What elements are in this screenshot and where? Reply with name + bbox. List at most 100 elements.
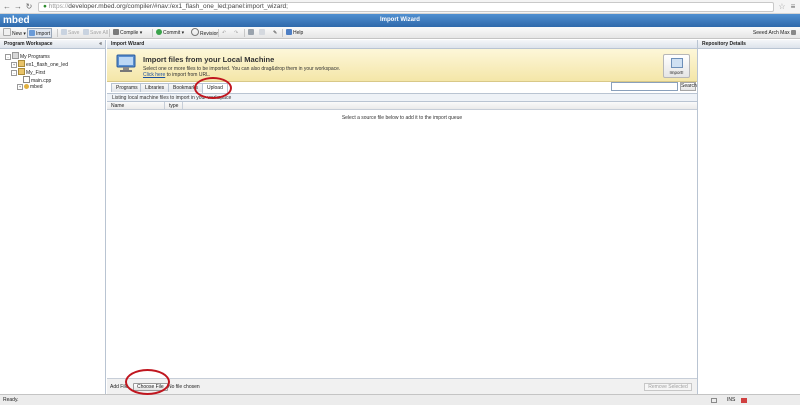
commit-label: Commit [163, 30, 181, 36]
help-button[interactable]: Help [285, 28, 304, 38]
import-wizard-title: Import Wizard [111, 41, 145, 47]
search-input[interactable] [611, 82, 678, 91]
revision-button[interactable]: Revision [190, 28, 220, 38]
back-arrow-icon[interactable]: ← [2, 2, 12, 12]
revision-clock-icon [191, 28, 199, 36]
insert-mode-indicator: INS [727, 397, 736, 403]
status-bar: Ready. INS [0, 394, 800, 405]
computer-monitor-icon [115, 54, 137, 74]
new-file-icon [3, 28, 11, 36]
new-button[interactable]: New ▾ [2, 28, 27, 38]
toolbar-divider [282, 29, 283, 37]
window-title: Import Wizard [380, 17, 420, 23]
help-book-icon [286, 29, 292, 35]
tree-label: mbed [30, 84, 43, 90]
address-bar[interactable]: ● https://developer.mbed.org/compiler/#n… [38, 2, 774, 12]
undo-icon[interactable]: ↶ [221, 28, 227, 38]
help-label: Help [293, 30, 304, 36]
import-button[interactable]: Import [27, 28, 53, 38]
search-button[interactable]: Search [680, 82, 697, 91]
save-all-icon [83, 29, 89, 35]
user-icon [791, 30, 796, 35]
choose-file-highlight [125, 369, 170, 395]
program-workspace-header: Program Workspace « [0, 40, 105, 49]
tab-programs[interactable]: Programs [111, 83, 143, 92]
import-monitor-icon [670, 58, 683, 68]
workspace-icon [12, 52, 19, 59]
file-table-header: Name type [107, 102, 697, 110]
toolbar-divider [152, 29, 153, 37]
program-workspace-panel: Program Workspace « - My Programs + ex1_fl… [0, 40, 106, 394]
menu-icon[interactable]: ≡ [788, 2, 798, 12]
save-icon [61, 29, 67, 35]
url-scheme: https:// [48, 3, 69, 10]
no-file-chosen-text: No file chosen [168, 384, 200, 390]
status-text: Ready. [3, 397, 19, 403]
upload-tab-highlight [194, 77, 232, 99]
forward-arrow-icon[interactable]: → [13, 2, 23, 12]
column-name[interactable]: Name [107, 102, 165, 110]
import-wizard-header: Import Wizard [107, 40, 697, 49]
toolbar-divider [244, 29, 245, 37]
save-label: Save [68, 30, 80, 36]
program-folder-icon [18, 60, 25, 67]
tree-item-my-first[interactable]: - My_First [5, 68, 68, 76]
url-path: developer.mbed.org/compiler/#nav:/ex1_fl… [68, 3, 288, 10]
import-from-url-link[interactable]: Click here [143, 72, 165, 78]
copy-icon[interactable] [258, 28, 267, 38]
import-label: Import [36, 31, 51, 37]
compile-button[interactable]: Compile ▾ [112, 28, 143, 38]
repository-details-header: Repository Details [698, 40, 800, 49]
save-all-label: Save All [90, 30, 109, 36]
user-name: Seeed Arch Max [752, 30, 790, 36]
banner-url-hint: Click here to import from URL. [143, 72, 210, 78]
url-hint-text: to import from URL. [165, 72, 211, 78]
import-execute-button[interactable]: Import! [663, 54, 690, 78]
app-title-bar: Import Wizard mbed [0, 14, 800, 27]
commit-icon [156, 29, 162, 35]
banner-title: Import files from your Local Machine [143, 55, 275, 64]
collapse-left-icon[interactable]: « [99, 40, 102, 48]
wizard-banner: Import files from your Local Machine Sel… [107, 49, 697, 82]
commit-button[interactable]: Commit ▾ [155, 28, 185, 38]
save-all-button[interactable]: Save All [82, 28, 109, 38]
program-folder-icon [18, 68, 25, 75]
tree-item-my-programs[interactable]: - My Programs [5, 52, 68, 60]
import-icon [29, 30, 35, 36]
redo-icon[interactable]: ↷ [233, 28, 239, 38]
status-indicator-icon [711, 398, 717, 403]
print-icon[interactable] [247, 28, 256, 38]
library-gear-icon [24, 84, 29, 89]
tab-libraries[interactable]: Libraries [140, 83, 170, 92]
repository-details-panel: Repository Details [697, 40, 800, 394]
toolbar-divider [218, 29, 219, 37]
user-menu[interactable]: Seeed Arch Max [753, 28, 796, 38]
upload-bottom-bar: Add File Choose File No file chosen Remo… [107, 378, 697, 394]
compile-icon [113, 29, 119, 35]
tab-label: Libraries [145, 85, 165, 91]
tree-item-main-cpp[interactable]: main.cpp [5, 76, 68, 84]
format-wand-icon[interactable]: ✎ [272, 28, 278, 38]
collapse-icon[interactable]: - [11, 70, 17, 76]
listing-caption: Listing local machine files to import in… [107, 93, 697, 102]
column-type[interactable]: type [165, 102, 183, 110]
repository-details-title: Repository Details [702, 41, 746, 47]
reload-icon[interactable]: ↻ [24, 2, 34, 12]
save-button[interactable]: Save [60, 28, 80, 38]
new-label: New [12, 31, 23, 37]
lock-icon: ● [43, 3, 47, 10]
program-tree: - My Programs + ex1_flash_one_led - My_Firs… [5, 52, 68, 90]
bookmark-star-icon[interactable]: ☆ [777, 2, 787, 12]
browser-toolbar: ← → ↻ ● https://developer.mbed.org/compi… [0, 0, 800, 14]
toolbar-divider [109, 29, 110, 37]
remove-selected-button[interactable]: Remove Selected [644, 383, 692, 391]
tree-item-mbed[interactable]: + mbed [5, 84, 68, 90]
compile-label: Compile [120, 30, 139, 36]
import-execute-label: Import! [669, 70, 684, 75]
tab-label: Programs [116, 85, 138, 91]
empty-queue-message: Select a source file below to add it to … [341, 115, 463, 121]
main-toolbar: New ▾ Import Save Save All Compile ▾ Com… [0, 27, 800, 39]
expand-icon[interactable]: + [17, 84, 23, 90]
revision-label: Revision [200, 31, 220, 37]
tree-item-ex1-flash-one-led[interactable]: + ex1_flash_one_led [5, 60, 68, 68]
